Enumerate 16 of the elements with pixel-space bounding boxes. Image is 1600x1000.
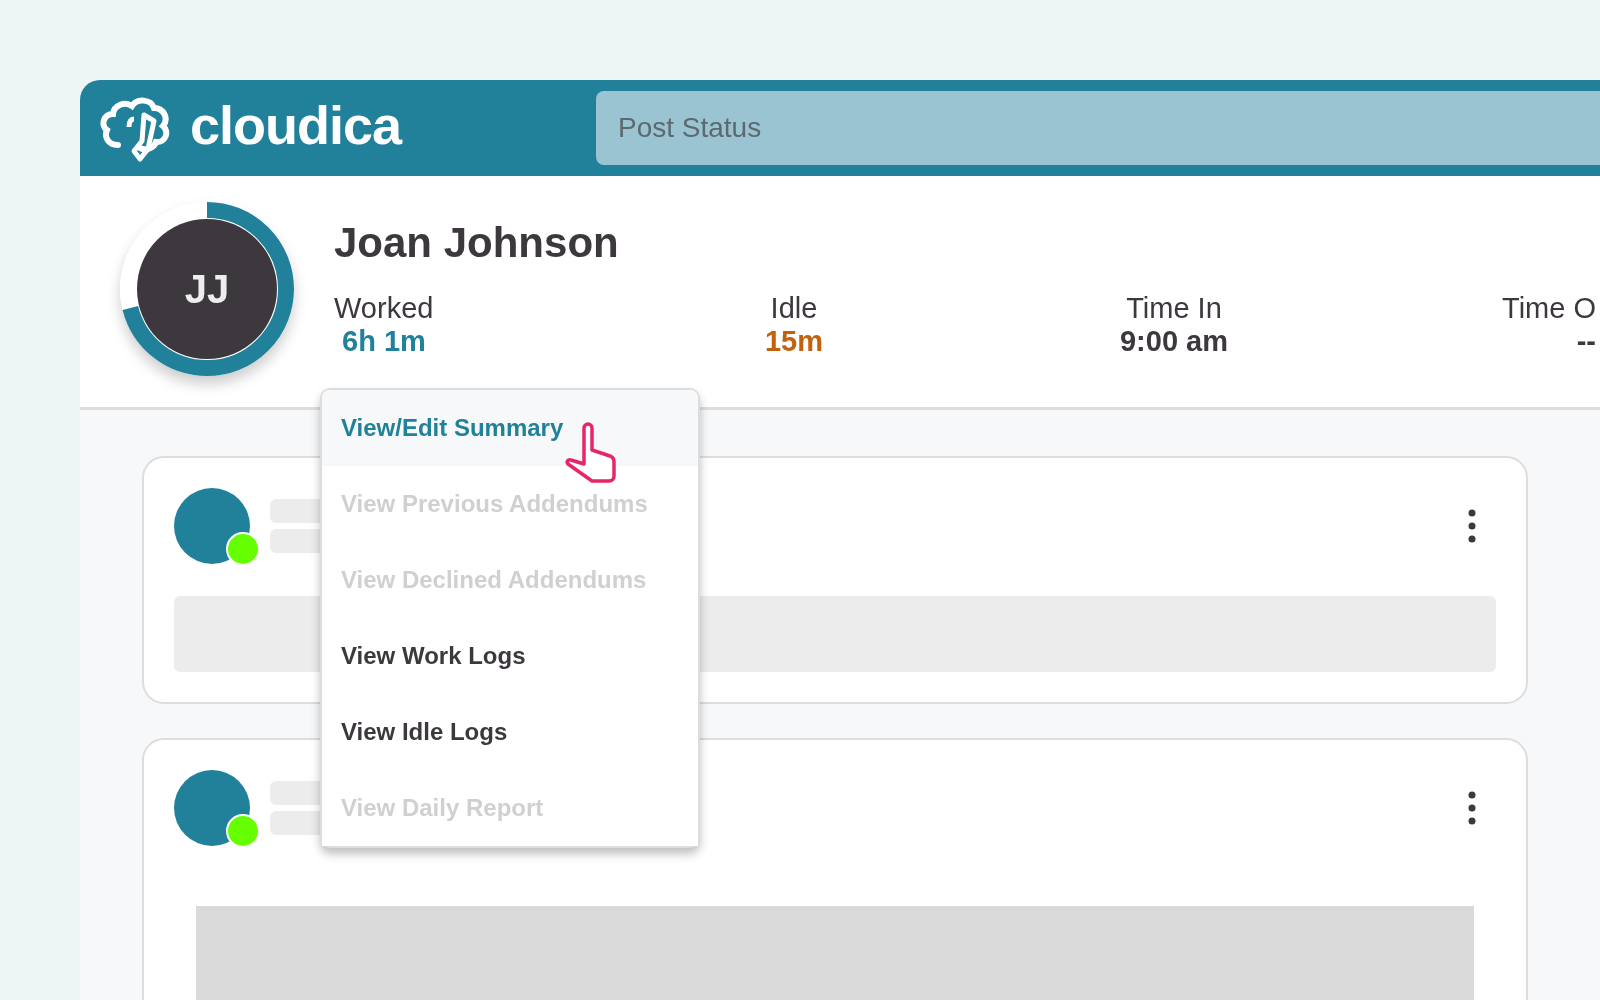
menu-item[interactable]: View Work Logs bbox=[322, 618, 698, 694]
more-options-icon[interactable] bbox=[1468, 509, 1476, 543]
stat-value: 9:00 am bbox=[1120, 325, 1228, 359]
logo-text: cloudica bbox=[190, 93, 402, 157]
menu-item[interactable]: View/Edit Summary bbox=[322, 390, 698, 466]
more-options-icon[interactable] bbox=[1468, 791, 1476, 825]
stat-label: Idle bbox=[770, 292, 818, 326]
stat-value: 6h 1m bbox=[341, 325, 426, 359]
stat-value: -- bbox=[1576, 325, 1596, 359]
stat-label: Worked bbox=[334, 292, 434, 326]
stat-value: 15m bbox=[764, 325, 823, 359]
post-status-field[interactable]: Post Status bbox=[596, 91, 1600, 165]
user-name: Joan Johnson bbox=[334, 222, 620, 264]
stat-label: Time O bbox=[1502, 292, 1596, 326]
menu-item[interactable]: View Idle Logs bbox=[322, 694, 698, 770]
stat-label: Time In bbox=[1126, 292, 1222, 326]
